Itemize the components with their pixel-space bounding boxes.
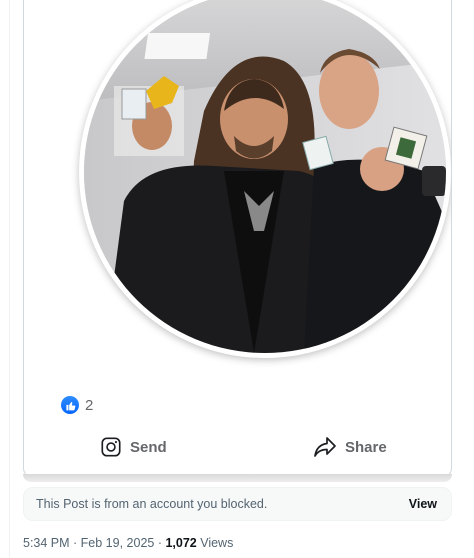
share-button[interactable]: Share xyxy=(313,436,387,458)
thumbs-up-icon xyxy=(61,396,79,414)
photo-illustration xyxy=(84,0,446,353)
circular-photo-frame xyxy=(79,0,451,358)
instagram-icon xyxy=(101,437,121,457)
blocked-post-notice: This Post is from an account you blocked… xyxy=(23,487,452,521)
send-button[interactable]: Send xyxy=(100,436,167,458)
post-photo[interactable] xyxy=(79,0,451,358)
view-button[interactable]: View xyxy=(409,497,437,511)
meta-separator-2: · xyxy=(154,536,166,550)
post-metadata: 5:34 PM · Feb 19, 2025 · 1,072 Views xyxy=(23,536,233,550)
views-label: Views xyxy=(200,536,234,550)
post-time[interactable]: 5:34 PM xyxy=(23,536,70,550)
share-arrow-icon xyxy=(314,437,336,457)
card-bottom-edge xyxy=(23,474,452,482)
reaction-summary[interactable]: 2 xyxy=(61,396,93,414)
send-label: Send xyxy=(130,438,167,456)
post-date[interactable]: Feb 19, 2025 xyxy=(81,536,155,550)
meta-separator: · xyxy=(69,536,81,550)
share-label: Share xyxy=(345,438,387,456)
reaction-count: 2 xyxy=(85,396,94,414)
blocked-notice-text: This Post is from an account you blocked… xyxy=(36,497,268,511)
quoted-post-card[interactable]: 2 Send Share xyxy=(23,0,452,478)
thread-line xyxy=(9,0,10,558)
views-count: 1,072 xyxy=(165,536,197,550)
